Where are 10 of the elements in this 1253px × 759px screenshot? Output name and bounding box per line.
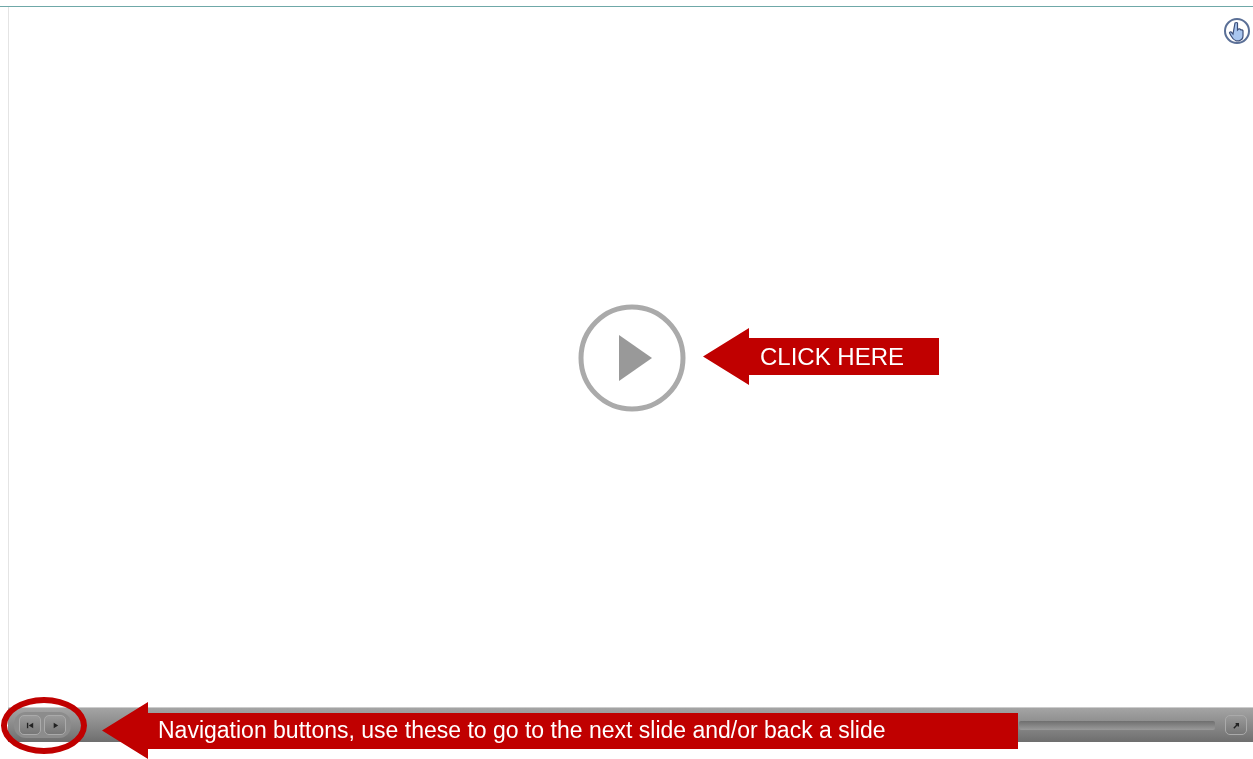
next-button[interactable] xyxy=(44,715,66,735)
previous-button[interactable] xyxy=(19,715,41,735)
callout-text: CLICK HERE xyxy=(760,342,905,371)
callout-text: Navigation buttons, use these to go to the next slide and/or back a slide xyxy=(158,717,886,744)
arrow-icon xyxy=(1231,720,1241,730)
hand-pointer-icon[interactable] xyxy=(1223,17,1251,45)
play-button[interactable] xyxy=(576,302,688,414)
progress-track[interactable] xyxy=(1019,720,1215,730)
skip-back-icon xyxy=(25,720,35,730)
expand-button[interactable] xyxy=(1225,715,1247,735)
